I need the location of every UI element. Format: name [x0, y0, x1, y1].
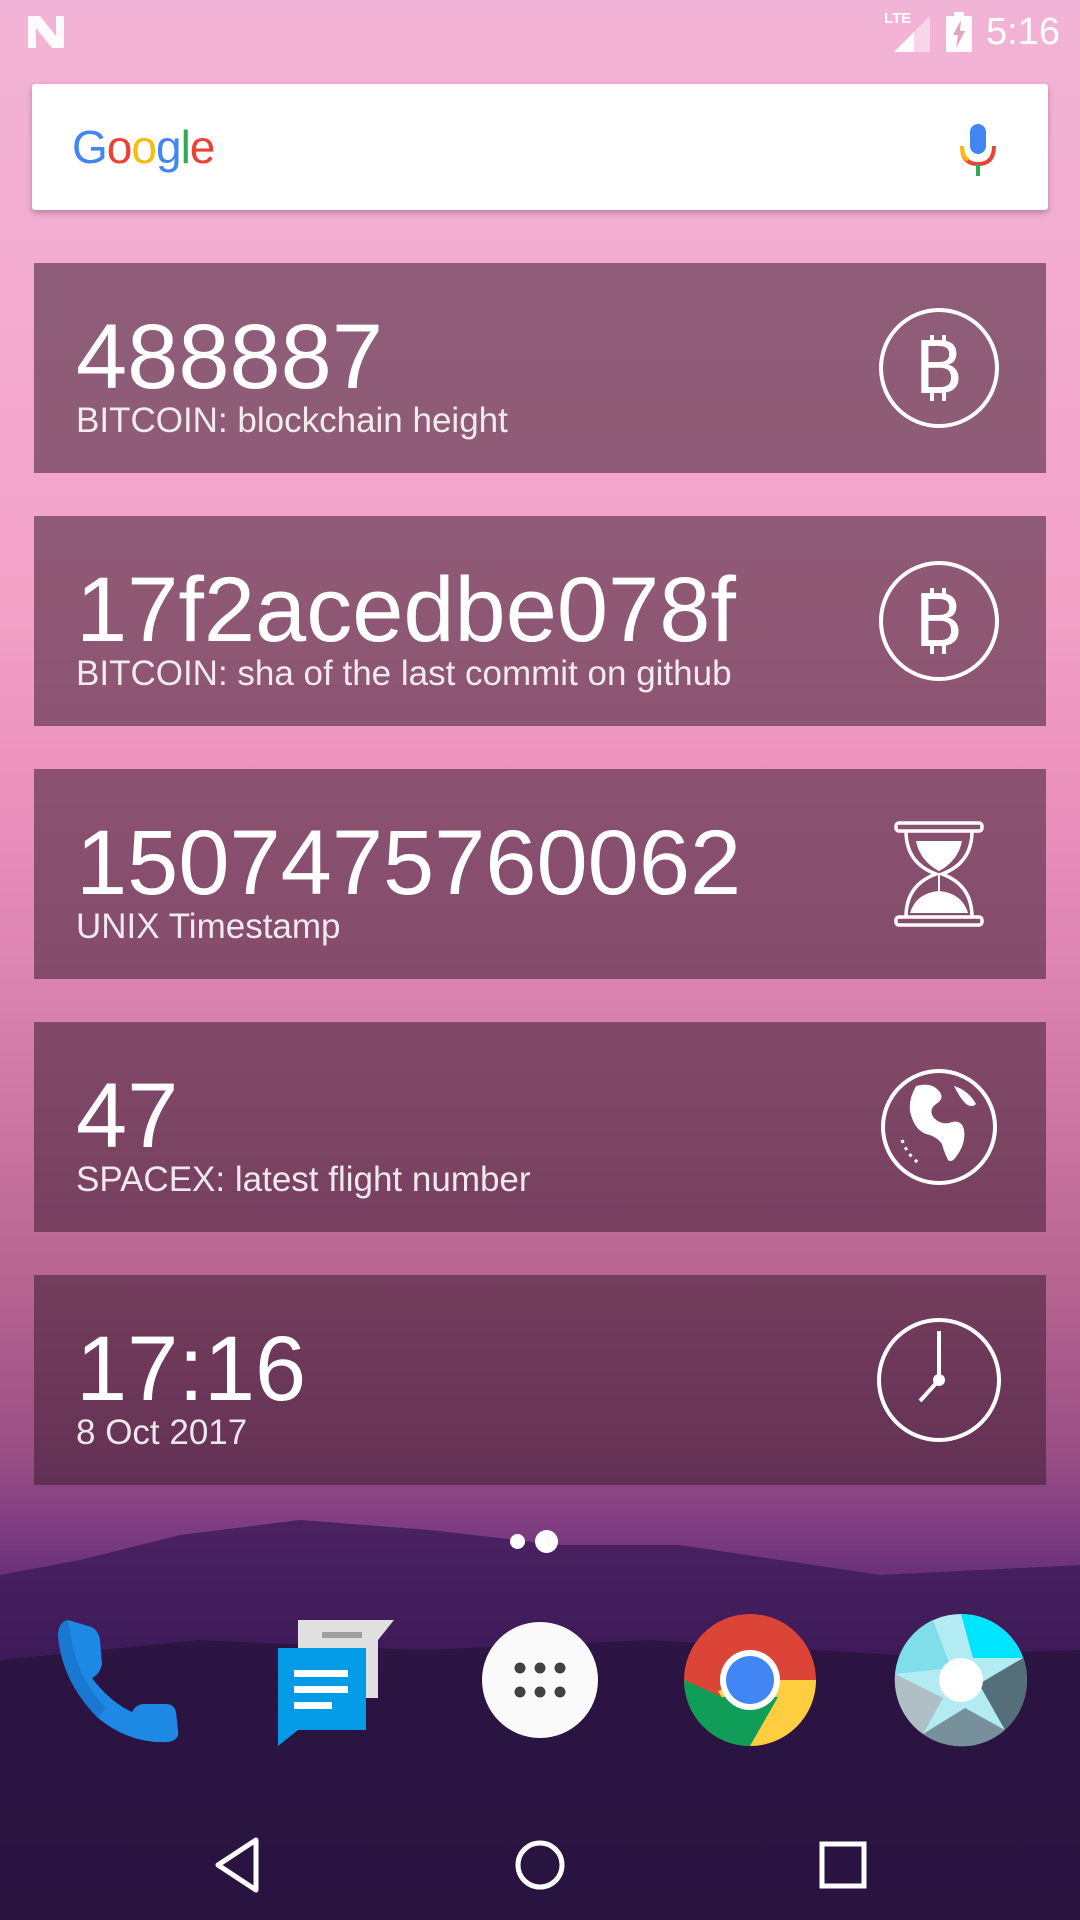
back-icon[interactable]	[202, 1830, 272, 1900]
home-icon[interactable]	[505, 1830, 575, 1900]
widget-label: SPACEX: latest flight number	[76, 1160, 531, 1199]
widget-bitcoin-height[interactable]: 488887 BITCOIN: blockchain height B	[34, 263, 1046, 473]
messages-icon[interactable]	[258, 1612, 394, 1748]
widget-label: BITCOIN: sha of the last commit on githu…	[76, 654, 732, 693]
bitcoin-icon: B	[879, 308, 999, 428]
page-dot-2-current[interactable]	[535, 1530, 558, 1553]
google-search-bar[interactable]: Google	[32, 84, 1048, 210]
app-drawer-icon[interactable]	[472, 1612, 608, 1748]
widget-label: UNIX Timestamp	[76, 907, 341, 946]
widget-value: 488887	[76, 306, 383, 408]
svg-text:B: B	[914, 579, 963, 663]
status-icons: LTE 5:16	[884, 8, 1060, 56]
status-clock: 5:16	[986, 10, 1060, 53]
camera-icon[interactable]	[893, 1612, 1029, 1748]
notification-n-icon	[28, 16, 64, 48]
page-dot-1[interactable]	[510, 1534, 525, 1549]
widget-value: 17:16	[76, 1318, 307, 1420]
bitcoin-icon: B	[879, 561, 999, 681]
svg-text:B: B	[914, 326, 963, 410]
phone-icon[interactable]	[50, 1612, 186, 1748]
widget-value: 1507475760062	[76, 812, 742, 914]
page-indicator	[510, 1530, 558, 1553]
lte-signal-icon: LTE	[884, 10, 932, 54]
widget-bitcoin-commit[interactable]: 17f2acedbe078f BITCOIN: sha of the last …	[34, 516, 1046, 726]
status-bar: LTE 5:16	[0, 0, 1080, 63]
chrome-icon[interactable]	[682, 1612, 818, 1748]
widget-value: 47	[76, 1065, 179, 1167]
recents-icon[interactable]	[808, 1830, 878, 1900]
battery-charging-icon	[946, 12, 973, 52]
widget-label: 8 Oct 2017	[76, 1413, 248, 1452]
globe-icon	[881, 1069, 997, 1185]
clock-icon	[877, 1318, 1001, 1442]
google-logo: Google	[72, 121, 215, 173]
widget-clock[interactable]: 17:16 8 Oct 2017	[34, 1275, 1046, 1485]
widget-label: BITCOIN: blockchain height	[76, 401, 508, 440]
mic-icon[interactable]	[958, 122, 998, 178]
widget-spacex-flight[interactable]: 47 SPACEX: latest flight number	[34, 1022, 1046, 1232]
widget-value: 17f2acedbe078f	[76, 559, 736, 661]
widget-unix-timestamp[interactable]: 1507475760062 UNIX Timestamp	[34, 769, 1046, 979]
hourglass-icon	[894, 821, 984, 927]
